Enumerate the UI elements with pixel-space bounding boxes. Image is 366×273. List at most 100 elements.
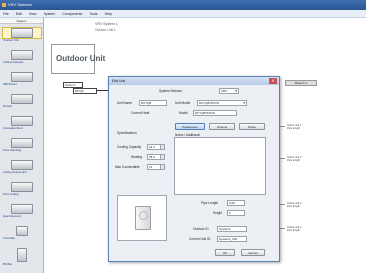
- unit-name-field[interactable]: RXYQ8: [139, 100, 167, 106]
- bs-box-icon: [17, 248, 27, 262]
- spin-arrows-icon[interactable]: [160, 155, 164, 159]
- indoor-note: Indoor unit 2 Pipe length: [287, 156, 301, 163]
- heating-value: 25.0: [149, 155, 155, 159]
- palette-item-concealed-duct[interactable]: Concealed Duct: [3, 116, 41, 130]
- unit-preview-image: [117, 195, 167, 241]
- notes-textarea[interactable]: [174, 137, 266, 195]
- unit-model-label: Unit Model: [175, 101, 191, 105]
- outdoor-unit-picture: [135, 206, 151, 230]
- height-label: Height: [213, 211, 223, 215]
- palette-item-label: Floor Standing: [3, 148, 22, 152]
- palette-item-ducted[interactable]: Ducted: [3, 94, 41, 108]
- canvas-subtitle: Outdoor Unit 1: [95, 28, 116, 32]
- indoor-note: Indoor unit 1 Pipe length: [287, 124, 301, 131]
- note-line: Pipe length: [287, 205, 300, 209]
- dialog-title: Edit Unit: [109, 77, 279, 85]
- heating-label: Heating: [131, 155, 142, 159]
- palette-header: System: [0, 18, 43, 24]
- palette-item-ceiling-cassette[interactable]: Ceiling Cassette: [3, 50, 41, 64]
- pipe-length-field[interactable]: 0.00: [227, 200, 245, 206]
- palette-item-floor-standing[interactable]: Floor Standing: [3, 138, 41, 152]
- palette-item-floor-ceiling[interactable]: Floor Ceiling: [3, 182, 41, 196]
- wall-mount-icon: [11, 72, 33, 82]
- height-field[interactable]: 0: [227, 210, 245, 216]
- palette-item-label: BS Box: [3, 262, 13, 266]
- spin-arrows-icon[interactable]: [160, 145, 164, 149]
- cancel-button[interactable]: Cancel: [241, 249, 265, 256]
- cooling-capacity-value: 22.4: [149, 145, 155, 149]
- current-unit-id-label: Current Unit ID: [189, 237, 211, 241]
- palette-item-label: Heat Recovery: [3, 214, 22, 218]
- palette-item-label: Ceiling Cassette: [3, 60, 24, 64]
- palette-item-label: Outdoor Unit: [3, 38, 19, 42]
- spin-arrows-icon[interactable]: [160, 165, 164, 169]
- palette-item-outdoor-unit[interactable]: Outdoor Unit: [2, 27, 42, 42]
- unit-name-label: Unit Name: [117, 101, 133, 105]
- system-selector-label: System Selector: [159, 89, 183, 93]
- cooling-capacity-field[interactable]: 22.4: [147, 144, 165, 150]
- palette-item-label: Controller: [3, 236, 16, 240]
- pipe-length-label: Pipe Length: [201, 201, 219, 205]
- current-unit-id-field[interactable]: System1_001: [217, 236, 247, 242]
- indoor-note: Indoor unit 3 Pipe length: [287, 202, 301, 209]
- branch-readout[interactable]: Branch 1: [285, 80, 317, 86]
- app-icon: [2, 3, 6, 7]
- controller-icon: [16, 226, 28, 236]
- ok-button[interactable]: OK: [215, 249, 235, 256]
- heating-field[interactable]: 25.0: [147, 154, 165, 160]
- unit-model-dropdown[interactable]: RXYQ8TAYDN: [197, 100, 247, 106]
- palette-item-label: Floor Ceiling: [3, 192, 19, 196]
- model-label: Model: [179, 111, 188, 115]
- indoor-note: Indoor unit 4 Pipe length: [287, 226, 301, 233]
- max-connectable-field[interactable]: 13: [147, 164, 165, 170]
- palette-item-controller[interactable]: Controller: [3, 226, 41, 240]
- tab-parameters[interactable]: Parameters: [175, 123, 205, 130]
- tab-notes[interactable]: Notes: [239, 123, 265, 130]
- palette-item-label: Wall Mount: [3, 82, 17, 86]
- menu-edit[interactable]: Edit: [13, 10, 25, 18]
- system-selector-dropdown[interactable]: VRV: [219, 88, 239, 94]
- canvas-title: VRV System 1: [95, 22, 118, 26]
- note-line: Pipe length: [287, 127, 300, 131]
- current-heat-label: Current Heat: [131, 111, 150, 115]
- palette-item-ceiling-suspended[interactable]: Ceiling Suspended: [3, 160, 41, 174]
- window-title: VRV Selector: [8, 2, 32, 7]
- floor-standing-icon: [11, 138, 33, 148]
- ducted-unit-icon: [11, 94, 33, 104]
- specifications-label: Specifications: [117, 131, 137, 135]
- menu-help[interactable]: Help: [102, 10, 115, 18]
- model-field[interactable]: RXYQ8TAYDN: [193, 110, 237, 116]
- component-palette: System Outdoor Unit Ceiling Cassette Wal…: [0, 18, 44, 273]
- menu-tools[interactable]: Tools: [86, 10, 100, 18]
- menu-components[interactable]: Components: [59, 10, 85, 18]
- app-window: VRV Selector File Edit View System Compo…: [0, 0, 366, 273]
- menu-bar: File Edit View System Components Tools H…: [0, 10, 366, 18]
- palette-item-label: Concealed Duct: [3, 126, 23, 130]
- outdoor-id-label: Outdoor ID: [193, 227, 209, 231]
- ceiling-cassette-icon: [11, 50, 33, 60]
- outdoor-id-field[interactable]: System1: [217, 226, 247, 232]
- note-line: Pipe length: [287, 159, 300, 163]
- outdoor-unit-node[interactable]: Outdoor Unit: [51, 44, 105, 74]
- concealed-duct-icon: [11, 116, 33, 126]
- menu-system[interactable]: System: [41, 10, 59, 18]
- cooling-capacity-label: Cooling Capacity: [117, 145, 142, 149]
- palette-item-bs-box[interactable]: BS Box: [3, 248, 41, 266]
- outdoor-unit-label: Outdoor Unit: [56, 54, 106, 63]
- palette-item-wall-mount[interactable]: Wall Mount: [3, 72, 41, 86]
- edit-unit-dialog: Edit Unit ✕ System Selector VRV Unit Nam…: [108, 76, 280, 262]
- max-connectable-label: Max Connectable: [115, 165, 140, 169]
- fan-grille-icon: [139, 211, 148, 220]
- tab-options[interactable]: Options: [209, 123, 235, 130]
- floor-ceiling-icon: [11, 182, 33, 192]
- model-box[interactable]: RXYQ8: [73, 88, 97, 94]
- title-bar: VRV Selector: [0, 0, 366, 10]
- palette-item-label: Ceiling Suspended: [3, 170, 27, 174]
- close-icon[interactable]: ✕: [269, 78, 277, 84]
- palette-item-label: Ducted: [3, 104, 12, 108]
- menu-view[interactable]: View: [26, 10, 40, 18]
- menu-file[interactable]: File: [0, 10, 12, 18]
- note-line: Pipe length: [287, 229, 300, 233]
- max-connectable-value: 13: [149, 165, 153, 169]
- palette-item-heat-recovery[interactable]: Heat Recovery: [3, 204, 41, 218]
